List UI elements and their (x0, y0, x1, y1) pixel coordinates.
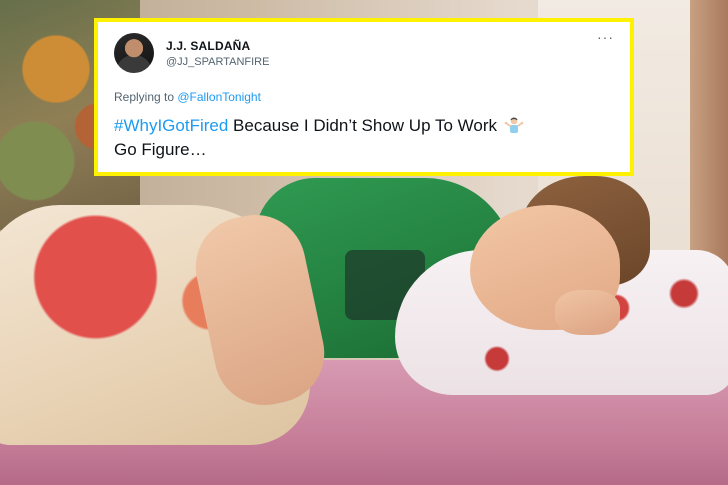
author-info: J.J. SALDAÑA @JJ_SPARTANFIRE (166, 39, 269, 68)
user-handle[interactable]: @JJ_SPARTANFIRE (166, 56, 269, 68)
tweet-text-line1: Because I Didn’t Show Up To Work (228, 116, 502, 135)
curtain (690, 0, 728, 270)
sleeping-person-hand (555, 290, 620, 335)
tweet-text: #WhyIGotFired Because I Didn’t Show Up T… (114, 114, 614, 162)
reply-mention-link[interactable]: @FallonTonight (177, 90, 261, 104)
hashtag-link[interactable]: #WhyIGotFired (114, 116, 228, 135)
tweet-card: J.J. SALDAÑA @JJ_SPARTANFIRE ··· Replyin… (94, 18, 634, 176)
avatar[interactable] (114, 33, 154, 73)
tweet-content: J.J. SALDAÑA @JJ_SPARTANFIRE ··· Replyin… (98, 22, 630, 172)
display-name[interactable]: J.J. SALDAÑA (166, 39, 269, 53)
tweet-header: J.J. SALDAÑA @JJ_SPARTANFIRE ··· (114, 30, 614, 76)
replying-label: Replying to (114, 90, 178, 104)
replying-to-line: Replying to @FallonTonight (114, 90, 614, 104)
tweet-text-line2: Go Figure… (114, 140, 207, 159)
screenshot-canvas: J.J. SALDAÑA @JJ_SPARTANFIRE ··· Replyin… (0, 0, 728, 485)
person-shrugging-icon (504, 117, 524, 133)
ellipsis-icon[interactable]: ··· (597, 30, 614, 44)
